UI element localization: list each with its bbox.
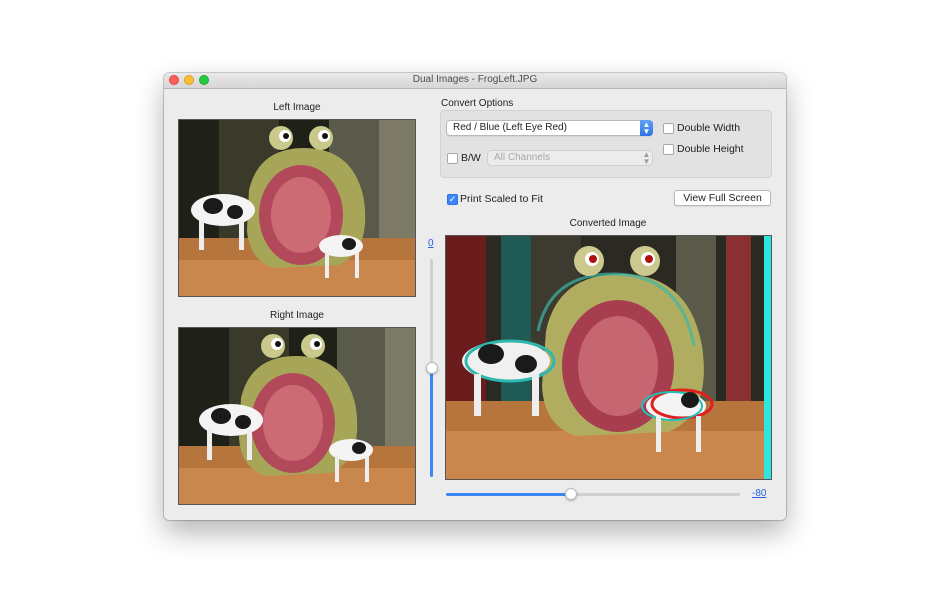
up-down-chevron-icon: ▲ ▼ — [642, 150, 651, 166]
title-bar[interactable]: Dual Images - FrogLeft.JPG — [164, 73, 786, 89]
up-down-chevron-icon: ▲ ▼ — [640, 120, 653, 136]
converted-anaglyph-photo — [446, 236, 771, 479]
conversion-mode-value: Red / Blue (Left Eye Red) — [453, 122, 567, 133]
right-image-label: Right Image — [270, 310, 324, 321]
bw-checkbox[interactable] — [447, 153, 458, 164]
converted-image-view[interactable] — [445, 235, 772, 480]
horizontal-offset-slider-knob[interactable] — [565, 488, 577, 500]
horizontal-offset-slider-fill — [446, 493, 571, 496]
left-frog-photo — [179, 120, 415, 296]
bw-checkbox-label: B/W — [461, 152, 481, 164]
double-width-checkbox[interactable] — [663, 123, 674, 134]
right-image-view[interactable] — [178, 327, 416, 505]
vertical-offset-slider-fill — [430, 369, 433, 477]
horizontal-offset-value-link[interactable]: -80 — [752, 488, 766, 499]
print-scaled-checkbox[interactable]: ✓ — [447, 194, 458, 205]
print-scaled-label: Print Scaled to Fit — [460, 193, 543, 205]
view-full-screen-button[interactable]: View Full Screen — [674, 190, 771, 206]
double-width-label: Double Width — [677, 122, 741, 134]
checkmark-icon: ✓ — [448, 194, 457, 204]
vertical-offset-slider-knob[interactable] — [426, 362, 438, 374]
converted-image-label: Converted Image — [569, 218, 647, 229]
double-height-checkbox[interactable] — [663, 144, 674, 155]
double-height-label: Double Height — [677, 143, 744, 155]
left-image-view[interactable] — [178, 119, 416, 297]
dual-images-window: Dual Images - FrogLeft.JPG Left Image Ri… — [164, 73, 786, 520]
conversion-mode-popup[interactable]: Red / Blue (Left Eye Red) ▲ ▼ — [446, 120, 653, 136]
convert-options-label: Convert Options — [441, 98, 514, 109]
vertical-offset-value-link[interactable]: 0 — [428, 238, 434, 249]
left-image-label: Left Image — [273, 102, 321, 113]
channels-value: All Channels — [494, 152, 551, 163]
channels-popup[interactable]: All Channels ▲ ▼ — [487, 150, 653, 166]
right-frog-photo — [179, 328, 415, 504]
window-title: Dual Images - FrogLeft.JPG — [412, 74, 538, 85]
